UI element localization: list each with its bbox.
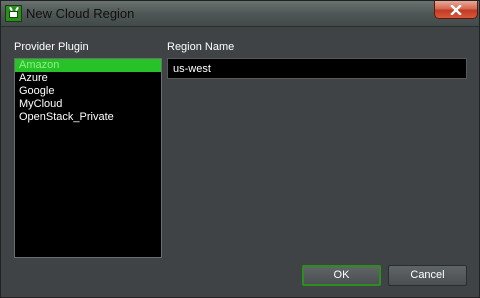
provider-plugin-list[interactable]: Amazon Azure Google MyCloud OpenStack_Pr… bbox=[14, 58, 162, 258]
tv-icon bbox=[5, 5, 22, 22]
region-name-label: Region Name bbox=[167, 41, 235, 53]
close-icon bbox=[450, 4, 462, 15]
provider-item-google[interactable]: Google bbox=[15, 85, 161, 98]
window-title: New Cloud Region bbox=[26, 6, 135, 21]
new-cloud-region-dialog: New Cloud Region Provider Plugin Amazon … bbox=[0, 0, 480, 298]
region-name-input[interactable] bbox=[167, 58, 467, 79]
ok-button[interactable]: OK bbox=[302, 265, 381, 286]
provider-item-amazon[interactable]: Amazon bbox=[15, 59, 161, 72]
provider-item-openstack-private[interactable]: OpenStack_Private bbox=[15, 111, 161, 124]
provider-item-mycloud[interactable]: MyCloud bbox=[15, 98, 161, 111]
cancel-button[interactable]: Cancel bbox=[388, 265, 467, 286]
title-bar[interactable]: New Cloud Region bbox=[1, 1, 479, 27]
provider-item-azure[interactable]: Azure bbox=[15, 72, 161, 85]
close-button[interactable] bbox=[434, 1, 478, 19]
provider-plugin-label: Provider Plugin bbox=[14, 41, 89, 53]
